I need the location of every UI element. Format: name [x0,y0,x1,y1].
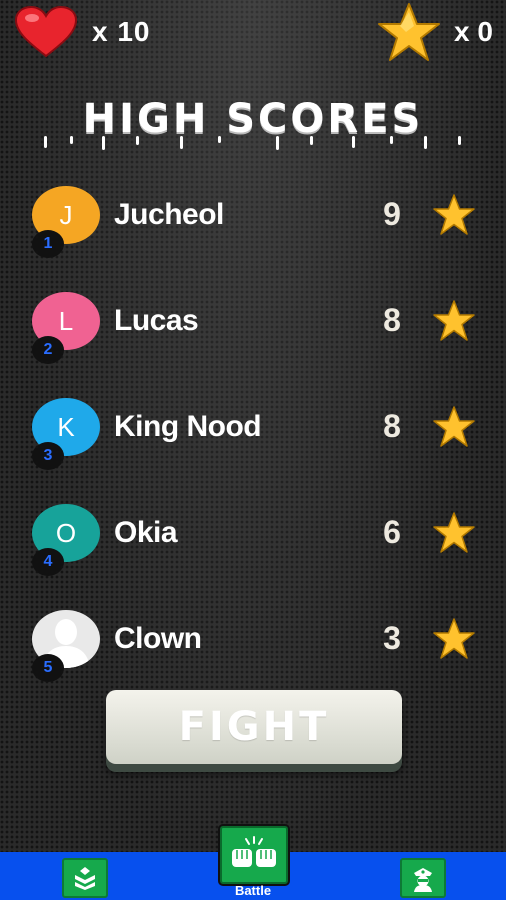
status-bar: x 10 x 0 [0,0,506,64]
drip-decoration [44,136,461,150]
star-icon [433,618,475,659]
leaderboard-row: K 3 King Nood 8 [0,394,506,470]
heart-icon [14,6,78,58]
avatar-initial: L [58,305,74,336]
player-score: 6 [383,514,401,550]
star-icon [433,406,475,447]
player-score: 8 [383,302,401,338]
player-score: 3 [383,620,401,656]
avatar-initial: O [55,517,77,548]
fists-icon [232,836,276,867]
star-icon [433,512,475,553]
lives-count: x 10 [92,16,151,47]
star-icon [378,3,440,61]
player-name: Okia [114,516,178,549]
player-name: King Nood [114,410,262,443]
leaderboard-row: L 2 Lucas 8 [0,288,506,364]
player-name: Jucheol [114,198,224,231]
stars-count: x 0 [454,16,493,47]
player-score: 8 [383,408,401,444]
rank-badge: 3 [32,442,64,470]
nav-rank-button[interactable] [62,858,108,898]
star-icon [433,300,475,341]
player-name: Clown [114,622,202,655]
star-icon [433,194,475,235]
leaderboard-row: O 4 Okia 6 [0,500,506,576]
police-icon [414,868,432,892]
nav-battle-label[interactable]: Battle [214,883,292,898]
player-score: 9 [383,196,401,232]
rank-chevrons-icon [75,867,95,890]
nav-police-button[interactable] [400,858,446,898]
player-name: Lucas [114,304,199,337]
leaderboard-row: J 1 Jucheol 9 [0,182,506,258]
avatar-initial: J [59,199,73,230]
rank-badge: 1 [32,230,64,258]
nav-battle-button[interactable] [220,826,288,884]
rank-badge: 4 [32,548,64,576]
leaderboard-row: 5 Clown 3 [0,606,506,682]
fight-button[interactable]: FIGHT [106,690,402,764]
avatar-initial: K [57,411,75,442]
rank-badge: 2 [32,336,64,364]
rank-badge: 5 [32,654,64,682]
